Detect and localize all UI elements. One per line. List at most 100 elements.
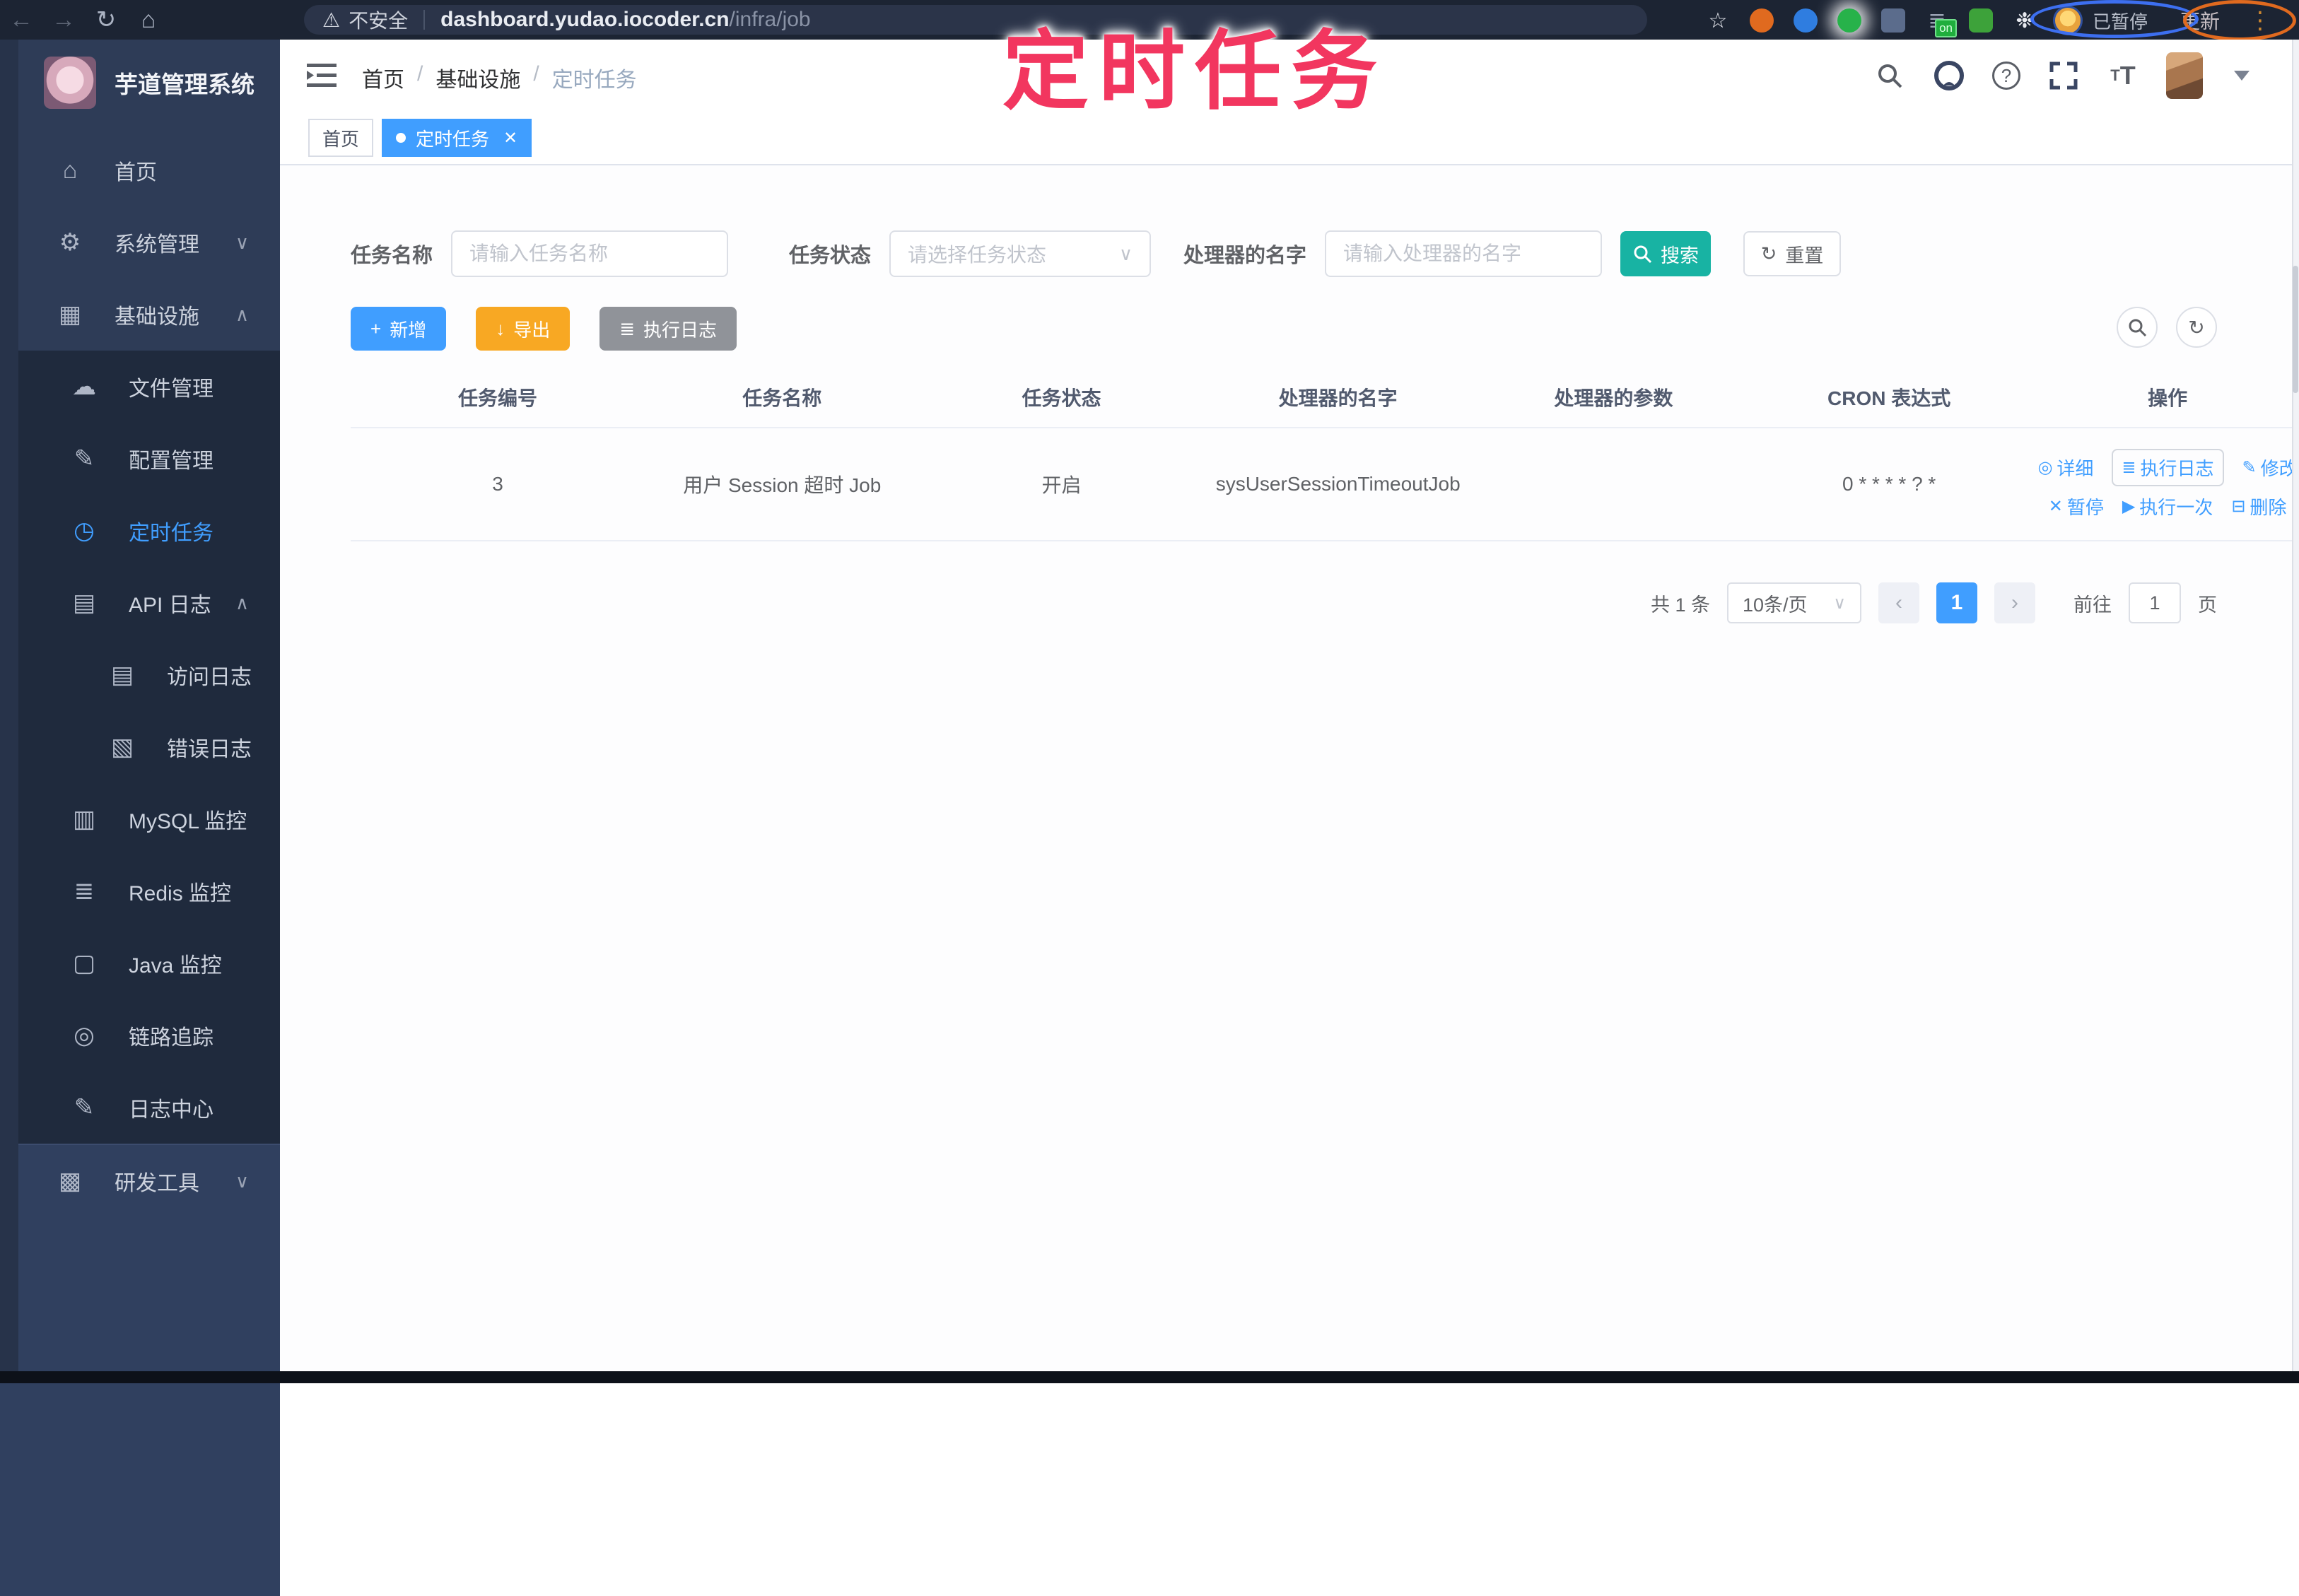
divider <box>423 10 426 30</box>
search-icon[interactable] <box>1873 59 1906 92</box>
pause-link[interactable]: ✕ 暂停 <box>2049 493 2104 520</box>
home-icon[interactable]: ⌂ <box>127 6 170 34</box>
edit-link[interactable]: ✎ 修改 <box>2242 454 2298 481</box>
sidebar-item-java-monitor[interactable]: ▢ Java 监控 <box>0 927 280 999</box>
goto-label: 前往 <box>2073 594 2112 616</box>
sidebar-item-config-manage[interactable]: ✎ 配置管理 <box>0 423 280 495</box>
cell-handler-param <box>1473 428 1755 540</box>
fullscreen-icon[interactable] <box>2047 59 2080 92</box>
page-unit-label: 页 <box>2198 594 2217 616</box>
sidebar-item-tracing[interactable]: ◎ 链路追踪 <box>0 999 280 1072</box>
page-size-select[interactable]: 10条/页 ∨ <box>1727 582 1861 623</box>
document-icon: ▤ <box>72 589 96 616</box>
table-row: 3 用户 Session 超时 Job 开启 sysUserSessionTim… <box>351 428 2299 541</box>
extension-icon-puzzle[interactable]: ❉ <box>2011 6 2039 35</box>
tab-home[interactable]: 首页 <box>308 119 374 157</box>
sidebar-gutter <box>0 40 18 1371</box>
job-log-button[interactable]: ≣ 执行日志 <box>599 307 737 351</box>
sidebar-item-error-log[interactable]: ▧ 错误日志 <box>0 711 280 783</box>
sidebar-item-scheduled-jobs[interactable]: ◷ 定时任务 <box>0 495 280 567</box>
home-icon: ⌂ <box>62 156 78 184</box>
add-button[interactable]: + 新增 <box>351 307 447 351</box>
logo-row[interactable]: 芋道管理系统 <box>0 40 280 116</box>
job-status-select[interactable]: 请选择任务状态 ∨ <box>889 230 1152 277</box>
browser-update-button[interactable]: 更新 <box>2180 6 2220 35</box>
bookmark-star-icon[interactable]: ☆ <box>1704 6 1732 35</box>
page-1-button[interactable]: 1 <box>1936 582 1977 623</box>
infra-submenu: ☁ 文件管理 ✎ 配置管理 ◷ 定时任务 ▤ API 日志 ∧ ▤ 访问日志 ▧… <box>0 351 280 1144</box>
extension-icon-plant[interactable] <box>1967 6 1995 35</box>
run-once-link[interactable]: ▶ 执行一次 <box>2122 493 2213 520</box>
close-icon[interactable]: ✕ <box>503 128 517 148</box>
breadcrumb-home[interactable]: 首页 <box>362 62 404 93</box>
sidebar-item-dev-tools[interactable]: ▩ 研发工具 ∨ <box>0 1145 280 1217</box>
caret-down-icon[interactable] <box>2234 71 2250 81</box>
col-handler-param: 处理器的参数 <box>1554 387 1673 409</box>
extension-icon-grid[interactable] <box>1879 6 1907 35</box>
extension-icon-blue[interactable] <box>1791 6 1820 35</box>
scrollbar[interactable] <box>2292 40 2299 1371</box>
refresh-table-button[interactable]: ↻ <box>2176 307 2217 348</box>
security-label: 不安全 <box>349 10 409 32</box>
sidebar-item-file-manage[interactable]: ☁ 文件管理 <box>0 351 280 423</box>
sidebar-item-access-log[interactable]: ▤ 访问日志 <box>0 639 280 711</box>
edit-icon: ✎ <box>74 445 95 472</box>
goto-page-input[interactable] <box>2129 582 2181 623</box>
forward-icon[interactable]: → <box>42 6 85 34</box>
cloud-upload-icon: ☁ <box>72 373 96 400</box>
handler-name-input[interactable] <box>1325 230 1603 277</box>
reset-button[interactable]: ↻ 重置 <box>1743 231 1842 276</box>
job-name-input[interactable] <box>451 230 729 277</box>
on-badge: on <box>1935 19 1957 37</box>
search-button[interactable]: 搜索 <box>1620 231 1712 276</box>
collapse-sidebar-icon[interactable] <box>305 59 338 92</box>
export-button[interactable]: ↓ 导出 <box>476 307 571 351</box>
toggle-search-button[interactable] <box>2117 307 2158 348</box>
sidebar-item-system[interactable]: ⚙ 系统管理 ∨ <box>0 206 280 278</box>
cell-job-id: 3 <box>492 473 503 495</box>
paused-extension-chip[interactable]: 已暂停 <box>2053 6 2148 35</box>
breadcrumb-infra[interactable]: 基础设施 <box>435 62 520 93</box>
warning-icon: ⚠ <box>322 8 341 31</box>
back-icon[interactable]: ← <box>0 6 42 34</box>
detail-link[interactable]: ◎ 详细 <box>2037 454 2093 481</box>
plus-icon: + <box>370 317 382 339</box>
next-page-button[interactable]: › <box>1994 582 2035 623</box>
cell-job-name: 用户 Session 超时 Job <box>683 474 882 496</box>
sidebar-item-home[interactable]: ⌂ 首页 <box>0 134 280 206</box>
sidebar-item-log-center[interactable]: ✎ 日志中心 <box>0 1072 280 1144</box>
sidebar-item-redis-monitor[interactable]: ≣ Redis 监控 <box>0 855 280 927</box>
chevron-up-icon: ∧ <box>235 592 249 614</box>
scrollbar-thumb[interactable] <box>2293 266 2298 393</box>
cell-job-status: 开启 <box>1041 474 1082 496</box>
delete-link[interactable]: ⊟ 删除 <box>2231 493 2286 520</box>
cell-cron: 0 * * * * ? * <box>1842 473 1936 495</box>
extension-icon-orange[interactable] <box>1748 6 1776 35</box>
col-job-status: 任务状态 <box>1022 387 1101 409</box>
logo-avatar <box>44 57 96 109</box>
browser-menu-dots-icon[interactable]: ⋮ <box>2248 6 2272 35</box>
sidebar-item-mysql-monitor[interactable]: ▥ MySQL 监控 <box>0 783 280 855</box>
extensions-row: ☆ ≣ on ❉ 已暂停 更新 ⋮ <box>1688 6 2272 37</box>
trash-icon: ⊟ <box>2231 497 2246 516</box>
cell-handler-name: sysUserSessionTimeoutJob <box>1215 472 1461 495</box>
sidebar: 芋道管理系统 ⌂ 首页 ⚙ 系统管理 ∨ ▦ 基础设施 ∧ ☁ 文件管理 ✎ 配… <box>0 40 280 1596</box>
help-icon[interactable]: ? <box>1992 61 2020 90</box>
sidebar-item-api-log[interactable]: ▤ API 日志 ∧ <box>0 567 280 639</box>
sidebar-item-infra[interactable]: ▦ 基础设施 ∧ <box>0 278 280 351</box>
toolbox-icon: ▩ <box>58 1168 82 1195</box>
tab-scheduled-jobs[interactable]: 定时任务 ✕ <box>382 119 532 157</box>
security-chip[interactable]: ⚠ 不安全 <box>322 6 408 34</box>
reload-icon[interactable]: ↻ <box>85 6 127 34</box>
col-handler-name: 处理器的名字 <box>1278 387 1398 409</box>
user-avatar[interactable] <box>2166 52 2203 99</box>
font-size-icon[interactable]: TT <box>2107 59 2139 92</box>
extension-icon-green-glow[interactable] <box>1835 6 1864 35</box>
col-job-name: 任务名称 <box>742 387 822 409</box>
prev-page-button[interactable]: ‹ <box>1878 582 1919 623</box>
filter-row: 任务名称 任务状态 请选择任务状态 ∨ 处理器的名字 搜索 ↻ 重置 <box>351 230 1842 277</box>
github-icon[interactable] <box>1933 59 1965 92</box>
row-job-log-link[interactable]: ≣ 执行日志 <box>2112 449 2224 486</box>
extension-icon-list-on[interactable]: ≣ on <box>1923 6 1957 37</box>
address-bar[interactable]: ⚠ 不安全 dashboard.yudao.iocoder.cn/infra/j… <box>304 5 1647 35</box>
